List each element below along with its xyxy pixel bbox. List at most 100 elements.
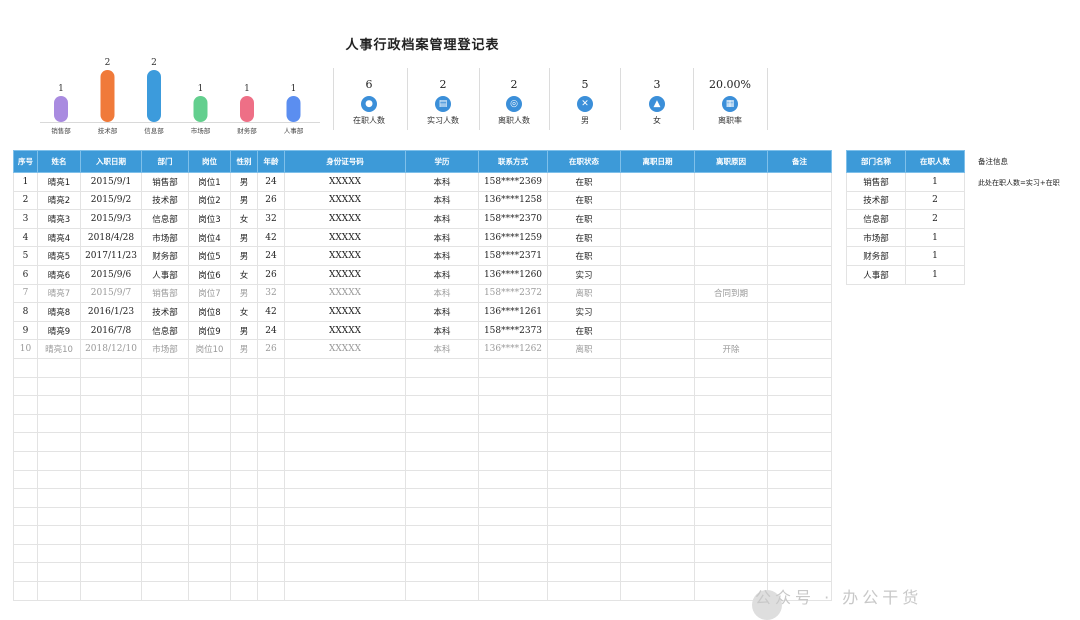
table-cell[interactable]: XXXXX [284, 283, 406, 304]
table-cell[interactable] [37, 562, 81, 583]
table-cell[interactable]: 晴亮6 [37, 264, 81, 285]
table-cell[interactable] [230, 506, 258, 527]
table-row[interactable] [13, 413, 832, 434]
table-cell[interactable] [188, 395, 231, 415]
table-cell[interactable]: 人事部 [846, 264, 906, 285]
table-cell[interactable]: 市场部 [846, 227, 906, 248]
table-cell[interactable] [257, 432, 285, 452]
table-cell[interactable] [13, 469, 38, 490]
table-cell[interactable] [230, 395, 258, 415]
table-cell[interactable]: 技术部 [141, 302, 189, 322]
table-cell[interactable] [141, 432, 189, 452]
table-cell[interactable]: 42 [257, 227, 285, 248]
table-cell[interactable]: 本科 [405, 320, 479, 341]
table-cell[interactable]: 158****2371 [478, 246, 548, 266]
table-cell[interactable]: 24 [257, 246, 285, 266]
table-cell[interactable] [37, 525, 81, 545]
table-cell[interactable] [13, 543, 38, 564]
table-cell[interactable]: 2018/4/28 [80, 227, 142, 248]
table-row[interactable]: 1 晴亮1 2015/9/1 销售部 岗位1 男 24 XXXXX 本科 158****2369 在… [13, 172, 832, 192]
table-cell[interactable] [37, 357, 81, 378]
table-cell[interactable] [405, 543, 479, 564]
table-cell[interactable]: 本科 [405, 302, 479, 322]
table-cell[interactable] [694, 543, 768, 564]
table-cell[interactable] [767, 302, 832, 322]
table-cell[interactable] [547, 376, 621, 397]
table-row[interactable]: 市场部 1 [846, 227, 965, 248]
table-cell[interactable]: 技术部 [141, 190, 189, 211]
column-header[interactable]: 离职原因 [694, 150, 768, 173]
table-cell[interactable]: XXXXX [284, 172, 406, 192]
table-cell[interactable] [13, 432, 38, 452]
table-cell[interactable] [284, 525, 406, 545]
table-cell[interactable] [80, 450, 142, 471]
table-cell[interactable]: 技术部 [846, 190, 906, 211]
table-cell[interactable] [694, 395, 768, 415]
table-cell[interactable] [620, 172, 695, 192]
table-row[interactable] [13, 469, 832, 490]
table-cell[interactable]: 男 [230, 283, 258, 304]
table-cell[interactable]: 市场部 [141, 339, 189, 359]
table-cell[interactable] [141, 543, 189, 564]
table-cell[interactable]: XXXXX [284, 339, 406, 359]
table-cell[interactable] [37, 432, 81, 452]
table-cell[interactable]: 本科 [405, 190, 479, 211]
table-cell[interactable]: 3 [13, 209, 38, 229]
table-cell[interactable]: 158****2372 [478, 283, 548, 304]
table-cell[interactable]: 2 [13, 190, 38, 211]
table-cell[interactable]: 晴亮4 [37, 227, 81, 248]
table-cell[interactable] [141, 450, 189, 471]
table-cell[interactable] [694, 264, 768, 285]
table-row[interactable]: 2 晴亮2 2015/9/2 技术部 岗位2 男 26 XXXXX 本科 136****1258 在… [13, 190, 832, 211]
table-cell[interactable] [694, 506, 768, 527]
table-cell[interactable] [620, 302, 695, 322]
table-cell[interactable] [257, 543, 285, 564]
table-cell[interactable] [620, 227, 695, 248]
table-cell[interactable] [257, 506, 285, 527]
table-cell[interactable]: 女 [230, 264, 258, 285]
table-cell[interactable] [767, 227, 832, 248]
table-cell[interactable]: 在职 [547, 227, 621, 248]
table-cell[interactable] [478, 525, 548, 545]
table-cell[interactable]: 信息部 [141, 209, 189, 229]
table-cell[interactable] [620, 450, 695, 471]
table-cell[interactable] [478, 450, 548, 471]
table-cell[interactable]: 8 [13, 302, 38, 322]
table-cell[interactable] [620, 562, 695, 583]
table-cell[interactable] [80, 413, 142, 434]
table-cell[interactable]: 26 [257, 190, 285, 211]
table-cell[interactable] [80, 376, 142, 397]
table-cell[interactable] [188, 413, 231, 434]
table-cell[interactable]: 9 [13, 320, 38, 341]
column-header[interactable]: 岗位 [188, 150, 231, 173]
table-cell[interactable] [284, 357, 406, 378]
table-cell[interactable] [188, 432, 231, 452]
table-cell[interactable]: 岗位8 [188, 302, 231, 322]
table-row[interactable] [13, 450, 832, 471]
table-cell[interactable] [13, 506, 38, 527]
table-cell[interactable] [620, 506, 695, 527]
table-cell[interactable] [257, 469, 285, 490]
table-cell[interactable] [37, 543, 81, 564]
table-cell[interactable] [188, 469, 231, 490]
table-cell[interactable] [620, 432, 695, 452]
table-cell[interactable] [284, 581, 406, 601]
table-cell[interactable] [547, 413, 621, 434]
table-cell[interactable] [80, 562, 142, 583]
table-cell[interactable]: 离职 [547, 339, 621, 359]
table-cell[interactable] [767, 190, 832, 211]
table-cell[interactable] [284, 413, 406, 434]
table-cell[interactable]: 136****1258 [478, 190, 548, 211]
table-cell[interactable] [284, 376, 406, 397]
table-cell[interactable] [284, 432, 406, 452]
table-cell[interactable] [284, 450, 406, 471]
table-cell[interactable]: 本科 [405, 339, 479, 359]
table-cell[interactable]: 1 [905, 172, 965, 192]
table-cell[interactable] [257, 581, 285, 601]
table-cell[interactable] [230, 432, 258, 452]
table-cell[interactable]: 晴亮2 [37, 190, 81, 211]
table-cell[interactable] [767, 562, 832, 583]
table-cell[interactable]: 岗位10 [188, 339, 231, 359]
table-cell[interactable] [767, 395, 832, 415]
table-cell[interactable]: 在职 [547, 190, 621, 211]
